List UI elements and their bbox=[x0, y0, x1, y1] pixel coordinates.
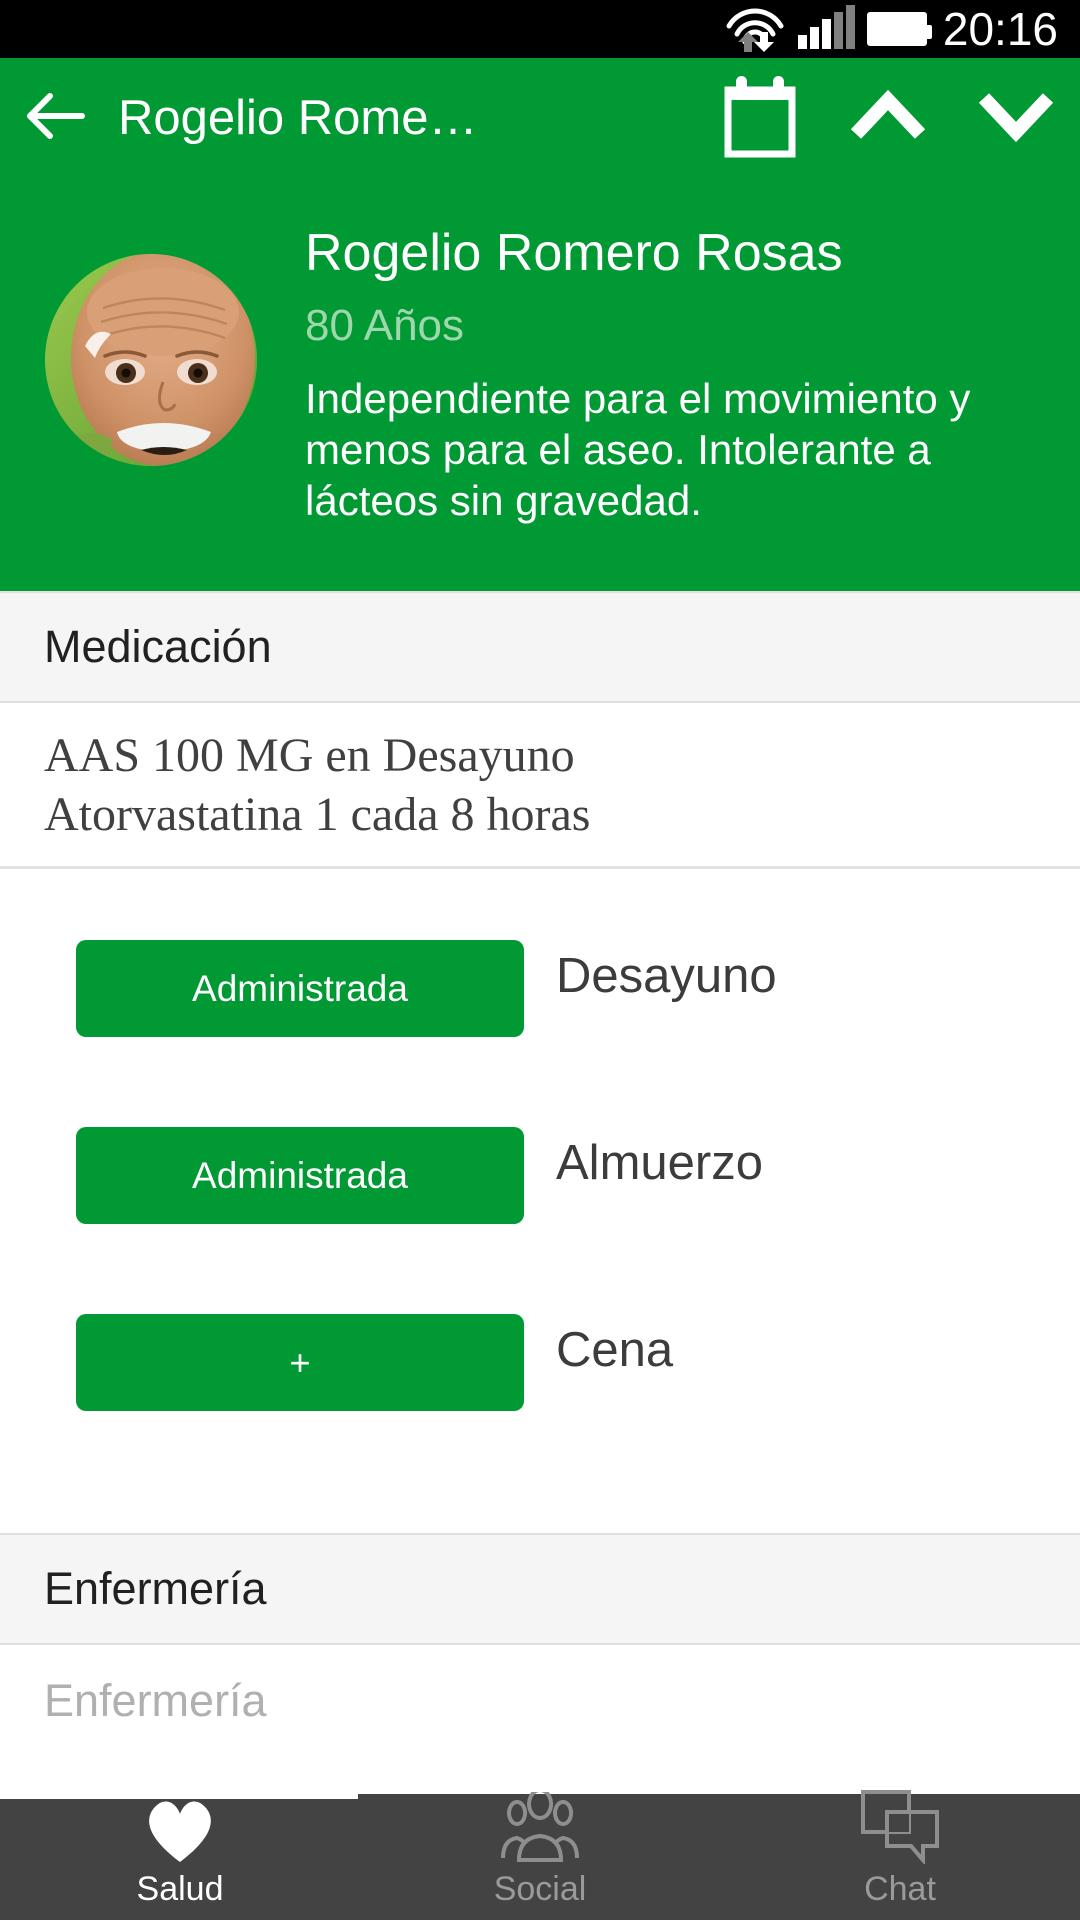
app-bar-title: Rogelio Rome… bbox=[118, 91, 478, 145]
dose-label-cena: Cena bbox=[556, 1323, 674, 1377]
heart-icon bbox=[142, 1792, 218, 1864]
nursing-section-header: Enfermería bbox=[0, 1533, 1080, 1645]
nav-tab-social[interactable]: Social bbox=[360, 1772, 720, 1920]
nav-label-chat: Chat bbox=[864, 1870, 936, 1908]
calendar-icon bbox=[722, 74, 798, 163]
medication-line: AAS 100 MG en Desayuno bbox=[44, 729, 575, 782]
add-dose-button-cena[interactable]: + bbox=[76, 1314, 524, 1411]
people-group-icon bbox=[497, 1792, 583, 1864]
chat-bubbles-icon bbox=[857, 1790, 943, 1864]
nursing-input-placeholder: Enfermería bbox=[44, 1675, 267, 1726]
back-button[interactable] bbox=[0, 90, 110, 147]
wifi-icon bbox=[724, 6, 786, 52]
status-bar-clock: 20:16 bbox=[942, 3, 1058, 55]
nav-tab-chat[interactable]: Chat bbox=[720, 1772, 1080, 1920]
back-arrow-icon bbox=[24, 90, 86, 147]
nursing-section-title: Enfermería bbox=[44, 1563, 267, 1614]
previous-button[interactable] bbox=[824, 89, 952, 147]
dose-row: Administrada Desayuno bbox=[0, 912, 1080, 1099]
dose-status-button-almuerzo[interactable]: Administrada bbox=[76, 1127, 524, 1224]
next-button[interactable] bbox=[952, 90, 1080, 147]
nav-label-salud: Salud bbox=[136, 1870, 224, 1908]
nav-items: Salud Social Chat bbox=[0, 1772, 1080, 1920]
dose-row: Administrada Almuerzo bbox=[0, 1099, 1080, 1286]
patient-profile-card: Rogelio Romero Rosas 80 Años Independien… bbox=[0, 178, 1080, 591]
battery-icon bbox=[866, 12, 932, 46]
cell-signal-icon bbox=[797, 5, 855, 49]
medication-line: Atorvastatina 1 cada 8 horas bbox=[44, 787, 591, 841]
dose-label-desayuno: Desayuno bbox=[556, 949, 777, 1003]
app-bar: Rogelio Rome… bbox=[0, 58, 1080, 178]
dose-label-almuerzo: Almuerzo bbox=[556, 1136, 763, 1190]
medication-section-title: Medicación bbox=[44, 621, 272, 672]
medication-section-header: Medicación bbox=[0, 591, 1080, 703]
dose-row: + Cena bbox=[0, 1286, 1080, 1473]
patient-description: Independiente para el movimiento y menos… bbox=[305, 374, 971, 525]
calendar-button[interactable] bbox=[696, 74, 824, 163]
chevron-down-icon bbox=[976, 90, 1056, 147]
bottom-navigation: Salud Social Chat bbox=[0, 1772, 1080, 1920]
patient-info: Rogelio Romero Rosas 80 Años Independien… bbox=[305, 224, 1005, 527]
dose-rows: Administrada Desayuno Administrada Almue… bbox=[0, 912, 1080, 1473]
medication-list[interactable]: AAS 100 MG en Desayuno Atorvastatina 1 c… bbox=[0, 705, 1080, 870]
status-bar: 20:16 bbox=[0, 0, 1080, 58]
patient-age: 80 Años bbox=[305, 300, 465, 350]
patient-photo bbox=[45, 254, 257, 466]
patient-name: Rogelio Romero Rosas bbox=[305, 224, 843, 282]
app-screen: 20:16 Rogelio Rome… Rogelio Romero Rosas… bbox=[0, 0, 1080, 1920]
chevron-up-icon bbox=[848, 89, 928, 147]
nav-label-social: Social bbox=[493, 1870, 587, 1908]
avatar bbox=[45, 254, 257, 466]
dose-status-button-desayuno[interactable]: Administrada bbox=[76, 940, 524, 1037]
nav-tab-salud[interactable]: Salud bbox=[0, 1772, 360, 1920]
nursing-input[interactable]: Enfermería bbox=[0, 1645, 1080, 1757]
